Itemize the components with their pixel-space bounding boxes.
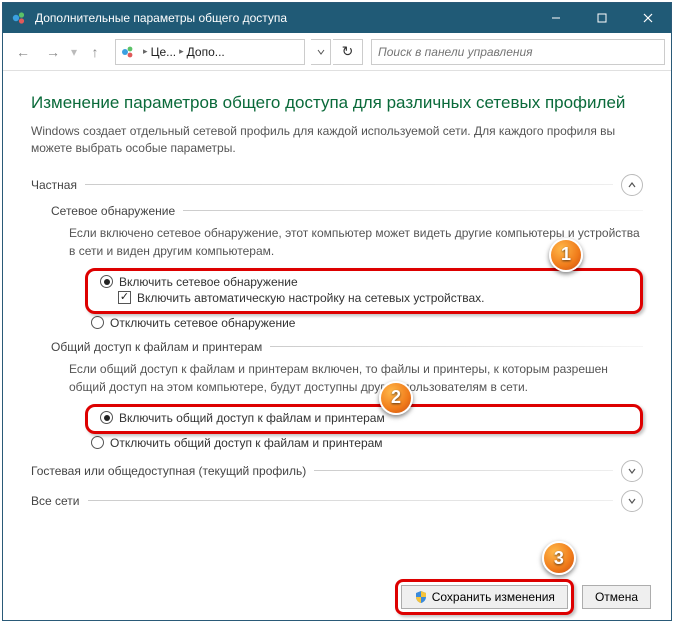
section-all: Все сети bbox=[31, 490, 643, 512]
crumb-2[interactable]: Допо... bbox=[187, 45, 225, 59]
subgroup-fp-header: Общий доступ к файлам и принтерам bbox=[51, 340, 643, 354]
subgroup-nd-label: Сетевое обнаружение bbox=[51, 204, 175, 218]
chevron-down-icon[interactable] bbox=[621, 490, 643, 512]
radio-nd-off-label: Отключить сетевое обнаружение bbox=[110, 316, 295, 330]
section-guest-header[interactable]: Гостевая или общедоступная (текущий проф… bbox=[31, 460, 643, 482]
content: Изменение параметров общего доступа для … bbox=[3, 71, 671, 574]
radio-fp-on-label: Включить общий доступ к файлам и принтер… bbox=[119, 411, 385, 425]
window-buttons bbox=[533, 3, 671, 33]
chevron-down-icon[interactable] bbox=[621, 460, 643, 482]
maximize-button[interactable] bbox=[579, 3, 625, 33]
divider bbox=[270, 346, 643, 347]
radio-icon bbox=[91, 436, 104, 449]
close-button[interactable] bbox=[625, 3, 671, 33]
section-guest-label: Гостевая или общедоступная (текущий проф… bbox=[31, 464, 306, 478]
cancel-button-label: Отмена bbox=[595, 590, 638, 604]
nav-sep: ▾ bbox=[71, 45, 77, 59]
divider bbox=[183, 210, 643, 211]
crumb-1[interactable]: Це... bbox=[151, 45, 177, 59]
shield-icon bbox=[414, 590, 428, 604]
radio-fp-off[interactable]: Отключить общий доступ к файлам и принте… bbox=[91, 436, 643, 450]
radio-nd-off[interactable]: Отключить сетевое обнаружение bbox=[91, 316, 643, 330]
step-badge-1: 1 bbox=[549, 238, 583, 272]
section-guest: Гостевая или общедоступная (текущий проф… bbox=[31, 460, 643, 482]
radio-nd-on[interactable]: Включить сетевое обнаружение bbox=[100, 275, 634, 289]
chevron-up-icon[interactable] bbox=[621, 174, 643, 196]
radio-icon bbox=[91, 316, 104, 329]
breadcrumb-dropdown[interactable] bbox=[311, 39, 331, 65]
checkbox-nd-auto-label: Включить автоматическую настройку на сет… bbox=[137, 291, 485, 305]
section-private-label: Частная bbox=[31, 178, 77, 192]
highlight-1: Включить сетевое обнаружение Включить ав… bbox=[85, 268, 643, 314]
app-icon bbox=[11, 10, 27, 26]
checkbox-nd-auto[interactable]: Включить автоматическую настройку на сет… bbox=[100, 291, 634, 305]
minimize-button[interactable] bbox=[533, 3, 579, 33]
fp-desc: Если общий доступ к файлам и принтерам в… bbox=[69, 360, 643, 396]
divider bbox=[314, 470, 613, 471]
highlight-3: Сохранить изменения bbox=[395, 579, 574, 615]
titlebar: Дополнительные параметры общего доступа bbox=[3, 3, 671, 33]
step-badge-3: 3 bbox=[542, 541, 576, 575]
radio-icon bbox=[100, 275, 113, 288]
section-all-label: Все сети bbox=[31, 494, 80, 508]
subgroup-network-discovery: Сетевое обнаружение Если включено сетево… bbox=[51, 204, 643, 330]
subgroup-file-printer: Общий доступ к файлам и принтерам Если о… bbox=[51, 340, 643, 450]
chevron-right-icon: ▸ bbox=[143, 46, 148, 57]
nav-up-button[interactable]: ↑ bbox=[81, 38, 109, 66]
breadcrumb-icon bbox=[120, 44, 136, 60]
footer: Сохранить изменения 3 Отмена bbox=[3, 574, 671, 620]
section-private: Частная Сетевое обнаружение Если включен… bbox=[31, 174, 643, 450]
save-button-label: Сохранить изменения bbox=[432, 590, 555, 604]
radio-fp-off-label: Отключить общий доступ к файлам и принте… bbox=[110, 436, 383, 450]
radio-icon bbox=[100, 411, 113, 424]
divider bbox=[85, 184, 613, 185]
chevron-right-icon: ▸ bbox=[179, 46, 184, 57]
refresh-button[interactable]: ↻ bbox=[333, 39, 363, 65]
subgroup-fp-label: Общий доступ к файлам и принтерам bbox=[51, 340, 262, 354]
page-title: Изменение параметров общего доступа для … bbox=[31, 93, 643, 113]
step-badge-2: 2 bbox=[379, 381, 413, 415]
nav-back-button[interactable]: ← bbox=[9, 38, 37, 66]
section-all-header[interactable]: Все сети bbox=[31, 490, 643, 512]
divider bbox=[88, 500, 614, 501]
nav-forward-button[interactable]: → bbox=[39, 38, 67, 66]
subgroup-network-discovery-header: Сетевое обнаружение bbox=[51, 204, 643, 218]
search-input[interactable] bbox=[371, 39, 665, 65]
page-desc: Windows создает отдельный сетевой профил… bbox=[31, 123, 643, 158]
breadcrumb[interactable]: ▸ Це... ▸ Допо... bbox=[115, 39, 305, 65]
cancel-button[interactable]: Отмена bbox=[582, 585, 651, 609]
window: Дополнительные параметры общего доступа … bbox=[2, 2, 672, 621]
highlight-2: Включить общий доступ к файлам и принтер… bbox=[85, 404, 643, 434]
window-title: Дополнительные параметры общего доступа bbox=[35, 11, 533, 25]
navbar: ← → ▾ ↑ ▸ Це... ▸ Допо... ↻ bbox=[3, 33, 671, 71]
save-button[interactable]: Сохранить изменения bbox=[401, 585, 568, 609]
section-private-header[interactable]: Частная bbox=[31, 174, 643, 196]
checkbox-icon bbox=[118, 291, 131, 304]
radio-fp-on[interactable]: Включить общий доступ к файлам и принтер… bbox=[100, 411, 634, 425]
radio-nd-on-label: Включить сетевое обнаружение bbox=[119, 275, 298, 289]
